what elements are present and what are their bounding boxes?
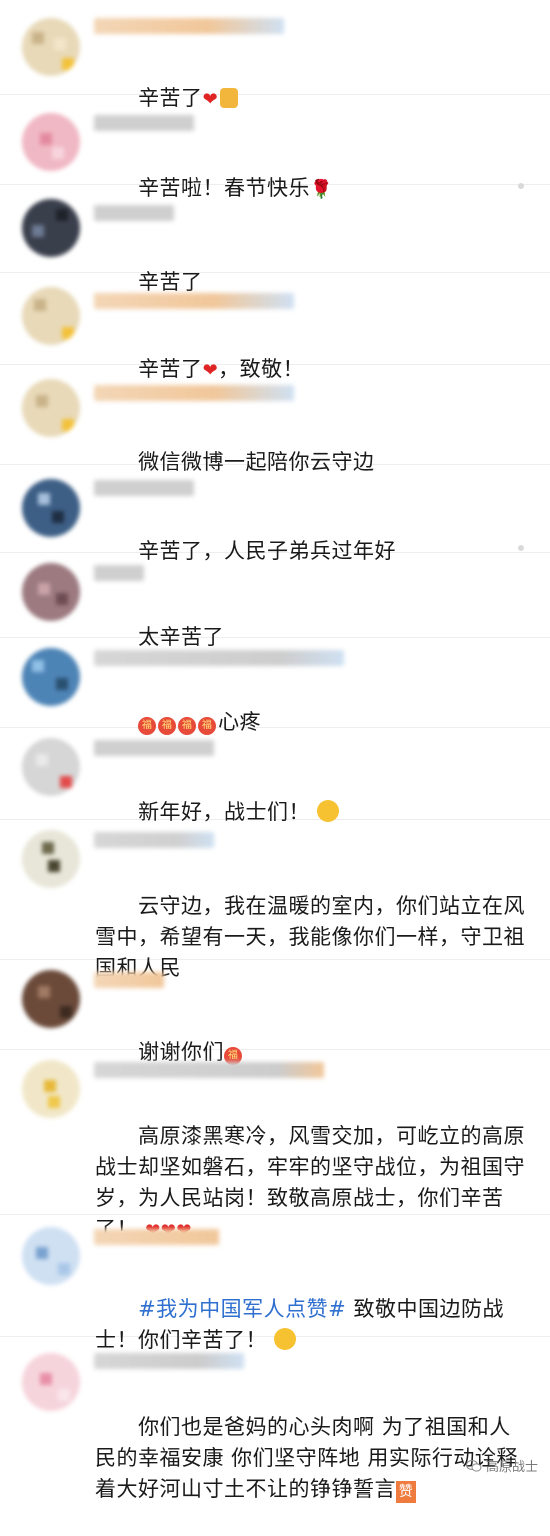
username-blurred[interactable] — [94, 1353, 244, 1369]
username-blurred[interactable] — [94, 740, 214, 756]
avatar[interactable] — [22, 379, 80, 437]
comment-item[interactable]: 辛苦啦！春节快乐🌹 — [0, 95, 550, 200]
dot — [518, 545, 524, 551]
kiss-emoji-icon — [317, 800, 340, 822]
avatar[interactable] — [22, 1060, 80, 1118]
avatar[interactable] — [22, 287, 80, 345]
wechat-icon — [465, 1459, 482, 1472]
username-blurred[interactable] — [94, 480, 194, 496]
username-blurred[interactable] — [94, 972, 164, 988]
comment-item[interactable]: 辛苦了 — [0, 185, 550, 294]
comment-item[interactable]: 辛苦了❤ — [0, 0, 550, 110]
username-blurred[interactable] — [94, 18, 284, 34]
avatar[interactable] — [22, 830, 80, 888]
comment-item[interactable]: 太辛苦了 — [0, 553, 550, 649]
avatar[interactable] — [22, 1353, 80, 1411]
avatar[interactable] — [22, 648, 80, 706]
username-blurred[interactable] — [94, 115, 194, 131]
comment-item[interactable]: 高原漆黑寒冷，风雪交加，可屹立的高原战士却坚如磐石，牢牢的坚守战位，为祖国守岁，… — [0, 1050, 550, 1241]
username-blurred[interactable] — [94, 832, 214, 848]
comment-item[interactable]: 云守边，我在温暖的室内，你们站立在风雪中，希望有一天，我能像你们一样，守卫祖国和… — [0, 820, 550, 980]
avatar[interactable] — [22, 18, 80, 76]
username-blurred[interactable] — [94, 205, 174, 221]
avatar[interactable] — [22, 738, 80, 796]
watermark-label: 高原战士 — [485, 1460, 538, 1475]
comment-item[interactable]: 微信微博一起陪你云守边 — [0, 365, 550, 474]
username-blurred[interactable] — [94, 565, 144, 581]
watermark: 高原战士 — [465, 1456, 538, 1475]
comment-item[interactable]: 新年好，战士们！ — [0, 728, 550, 824]
avatar[interactable] — [22, 479, 80, 537]
username-blurred[interactable] — [94, 293, 294, 309]
avatar[interactable] — [22, 199, 80, 257]
username-blurred[interactable] — [94, 1229, 219, 1245]
username-blurred[interactable] — [94, 385, 294, 401]
comment-item[interactable]: #我为中国军人点赞# 致敬中国边防战士！你们辛苦了！ — [0, 1215, 550, 1352]
zan-icon: 赞 — [396, 1481, 416, 1503]
avatar[interactable] — [22, 113, 80, 171]
avatar[interactable] — [22, 970, 80, 1028]
avatar[interactable] — [22, 563, 80, 621]
username-blurred[interactable] — [94, 1062, 324, 1078]
avatar[interactable] — [22, 1227, 80, 1285]
comment-item[interactable]: 谢谢你们福 — [0, 960, 550, 1065]
comment-item[interactable]: 福福福福心疼 — [0, 638, 550, 735]
hashtag-link[interactable]: #我为中国军人点赞# — [138, 1297, 346, 1321]
comment-item[interactable]: 辛苦了，人民子弟兵过年好 — [0, 465, 550, 563]
comment-item[interactable]: 辛苦了❤，致敬！ — [0, 273, 550, 381]
username-blurred[interactable] — [94, 650, 344, 666]
